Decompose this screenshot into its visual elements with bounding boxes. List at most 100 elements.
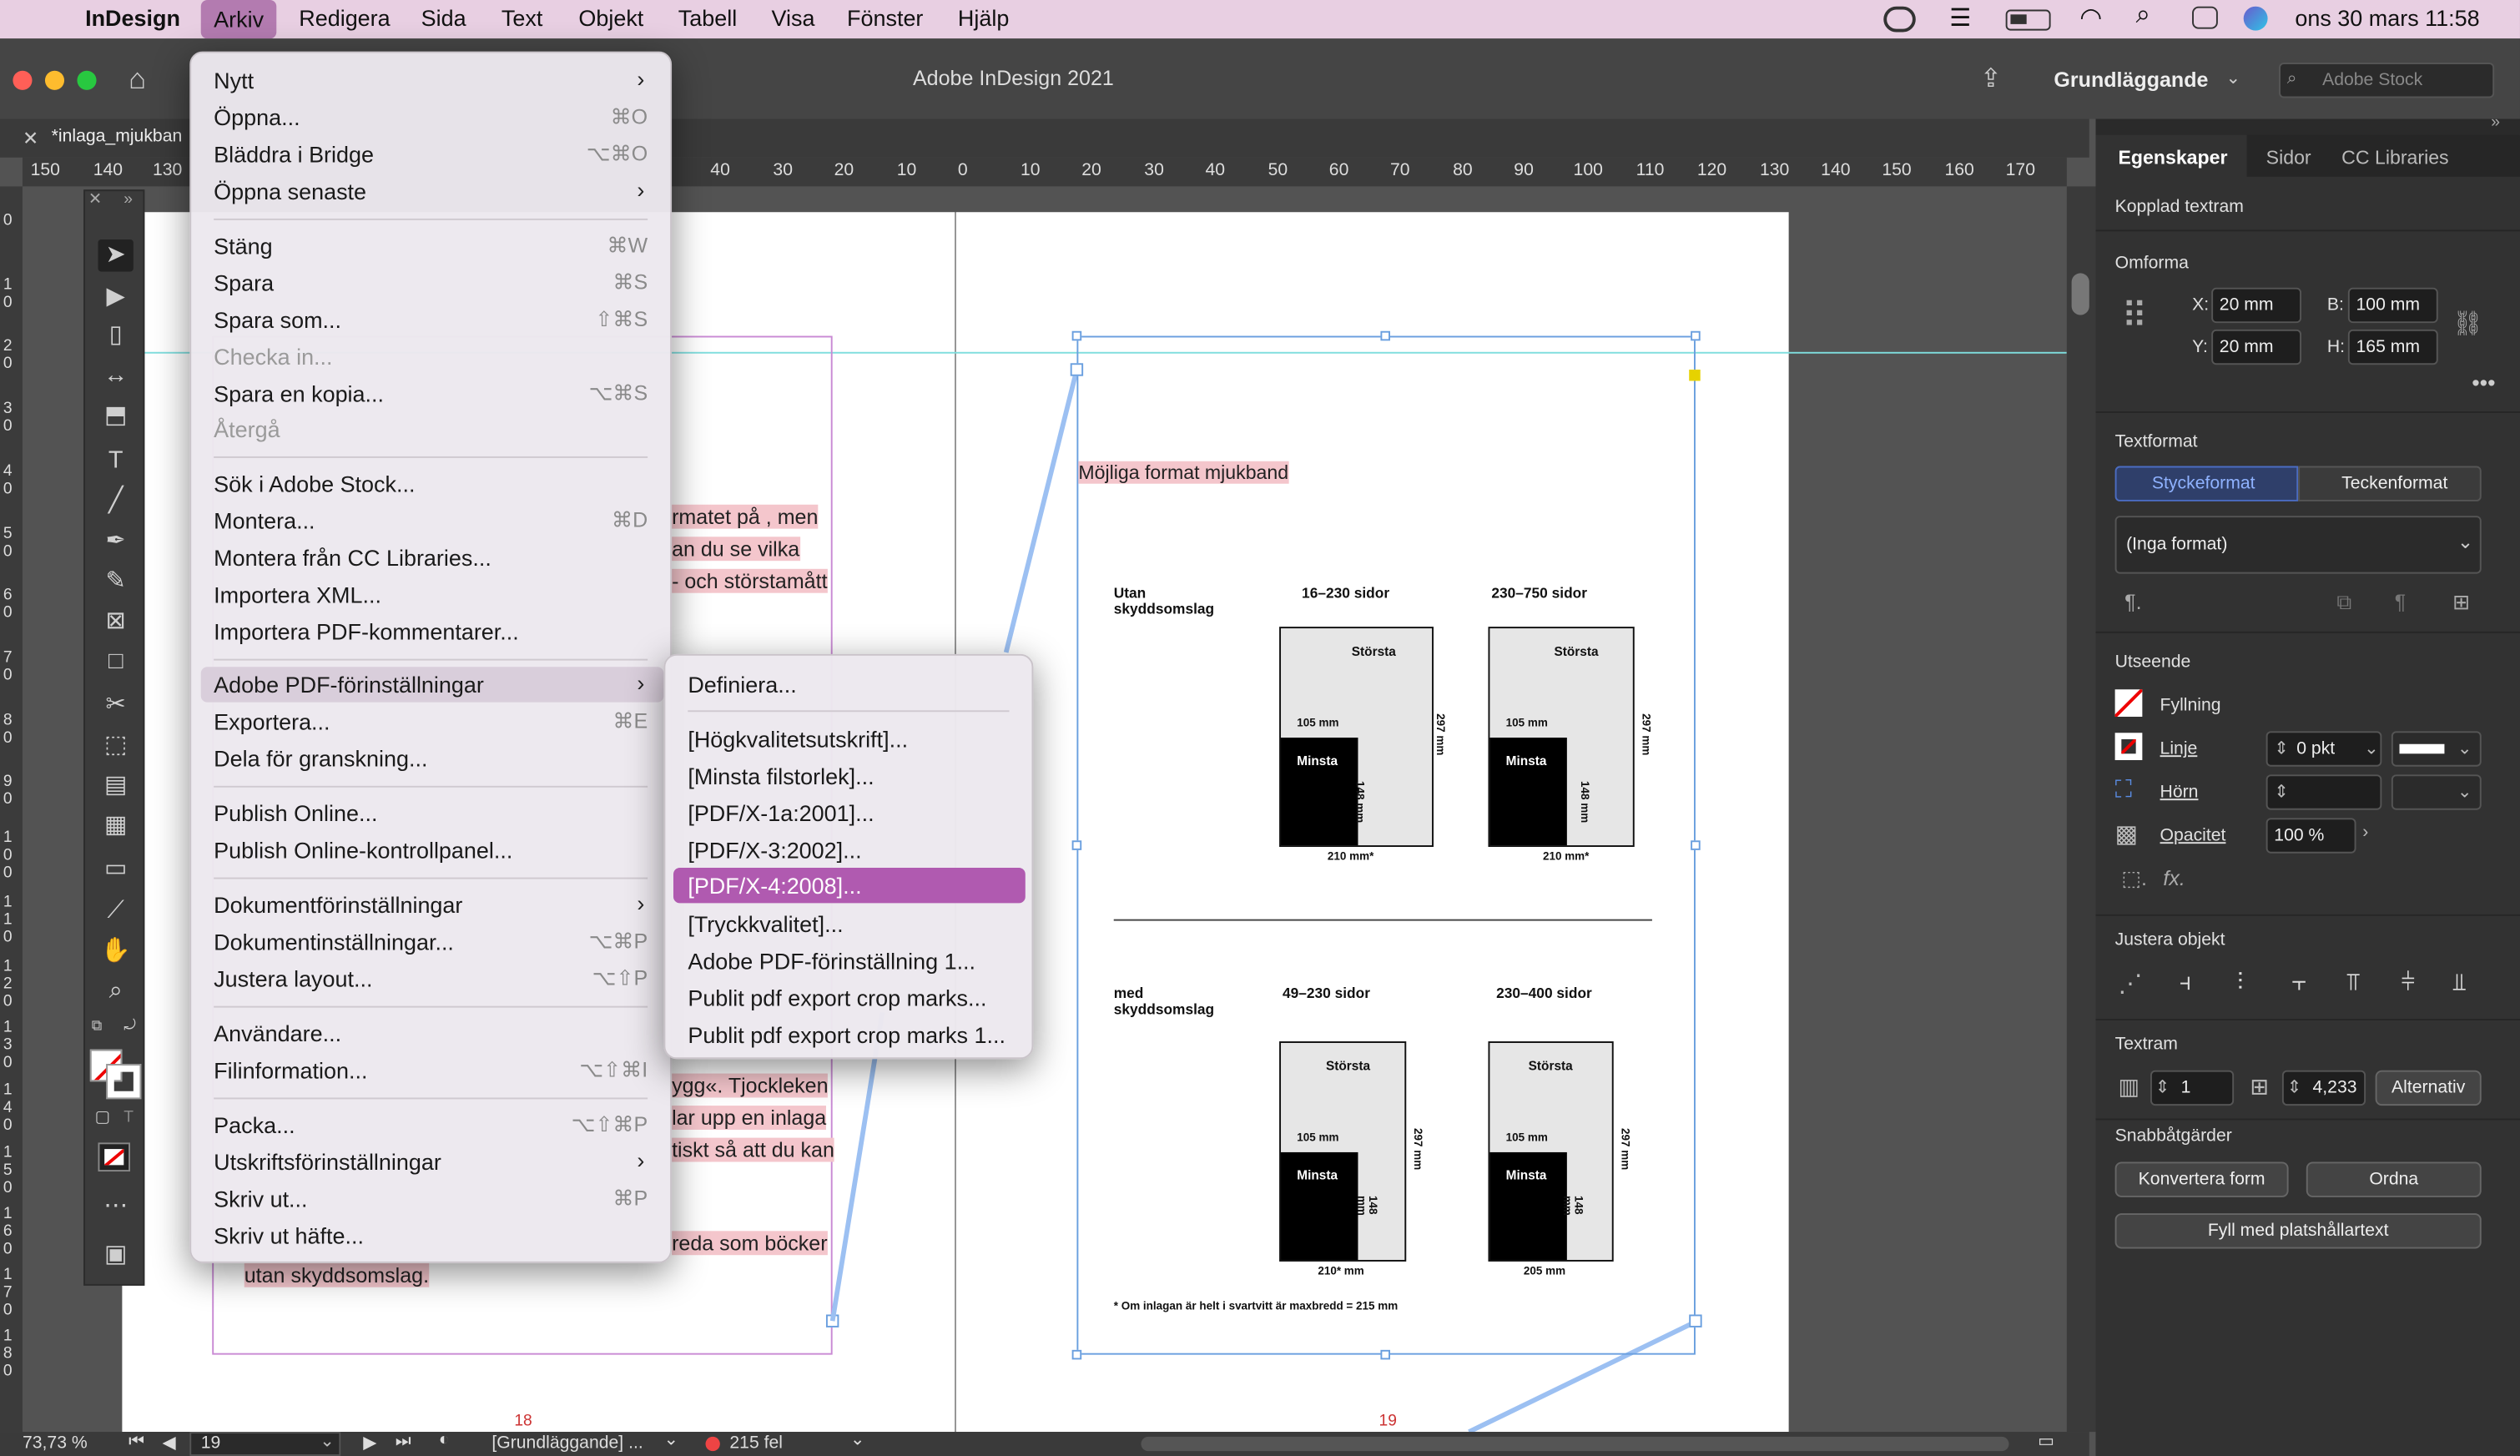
tab-sidor[interactable]: Sidor: [2266, 146, 2311, 169]
out-port[interactable]: [1689, 1314, 1702, 1328]
align-right-icon[interactable]: ⫟: [2291, 969, 2306, 996]
formatting-container-icon[interactable]: ▢: [95, 1109, 110, 1126]
menu-item-importera-pdf[interactable]: Importera PDF-kommentarer...: [214, 614, 519, 649]
menu-item-justera-layout[interactable]: Justera layout...: [214, 961, 372, 996]
menu-arkiv[interactable]: Arkiv: [200, 0, 277, 39]
previous-page-icon[interactable]: ◀: [163, 1432, 176, 1453]
more-options-icon[interactable]: •••: [2472, 370, 2495, 395]
menu-sida[interactable]: Sida: [421, 5, 466, 31]
menu-item-spara-kopia[interactable]: Spara en kopia...: [214, 376, 384, 411]
menu-item-oppna[interactable]: Öppna...: [214, 99, 300, 134]
rectangle-tool-icon[interactable]: □: [98, 646, 133, 678]
stock-search-input[interactable]: ⌕ Adobe Stock: [2279, 63, 2495, 98]
view-mode-icon[interactable]: ⋯: [98, 1191, 133, 1223]
menu-visa[interactable]: Visa: [771, 5, 814, 31]
clock[interactable]: ons 30 mars 11:58: [2295, 5, 2479, 31]
menu-item-utskriftsforinst[interactable]: Utskriftsförinställningar: [214, 1144, 441, 1179]
pencil-tool-icon[interactable]: ✎: [98, 566, 133, 598]
menu-item-bladdra-bridge[interactable]: Bläddra i Bridge: [214, 137, 374, 172]
align-to-icon[interactable]: ⋰: [2118, 969, 2142, 998]
menu-item-importera-xml[interactable]: Importera XML...: [214, 577, 381, 612]
submenu-item-tryckkvalitet[interactable]: [Tryckkvalitet]...: [688, 906, 843, 941]
close-tab-icon[interactable]: ✕: [23, 127, 38, 149]
align-horizontal-center-icon[interactable]: ⫶: [2237, 969, 2243, 996]
align-left-icon[interactable]: ⫞: [2180, 969, 2191, 996]
y-field[interactable]: 20 mm: [2211, 329, 2302, 365]
preflight-error-icon[interactable]: [705, 1436, 720, 1452]
clear-overrides-icon[interactable]: ¶: [2395, 590, 2406, 614]
zoom-tool-icon[interactable]: ⌕: [98, 975, 133, 1008]
document-tab[interactable]: *inlaga_mjukban: [52, 127, 183, 146]
control-center-icon[interactable]: [2192, 6, 2218, 29]
corner-size-field[interactable]: ⇕: [2265, 774, 2382, 810]
apply-none-icon[interactable]: [98, 1142, 131, 1172]
vertical-ruler[interactable]: 0 1 0 2 0 3 0 4 0 5 0 6 0 7 0 8 0 9 0 1 …: [0, 186, 23, 1433]
constrain-proportions-icon[interactable]: ⛓: [2452, 309, 2483, 338]
pen-tool-icon[interactable]: ✒: [98, 526, 133, 558]
submenu-item-pdfx1a[interactable]: [PDF/X-1a:2001]...: [688, 795, 874, 830]
menu-item-skriv-ut-hafte[interactable]: Skriv ut häfte...: [214, 1218, 364, 1253]
new-style-icon[interactable]: ⧉: [2336, 590, 2351, 616]
menu-item-sok-stock[interactable]: Sök i Adobe Stock...: [214, 466, 415, 501]
menu-item-spara-som[interactable]: Spara som...: [214, 302, 341, 337]
menu-item-anvandare[interactable]: Användare...: [214, 1015, 341, 1050]
tab-cc-libraries[interactable]: CC Libraries: [2341, 146, 2502, 169]
menu-item-publish-panel[interactable]: Publish Online-kontrollpanel...: [214, 833, 512, 868]
preflight-errors[interactable]: 215 fel: [729, 1433, 783, 1453]
chevron-down-icon[interactable]: ⌄: [850, 1428, 865, 1449]
menu-item-dokumentforinst[interactable]: Dokumentförinställningar: [214, 887, 462, 922]
menu-item-montera-cc[interactable]: Montera från CC Libraries...: [214, 540, 491, 575]
battery-icon[interactable]: [2005, 9, 2051, 31]
chevron-right-icon[interactable]: ›: [2362, 823, 2368, 842]
menu-item-dela[interactable]: Dela för granskning...: [214, 741, 427, 776]
submenu-item-publit-crop[interactable]: Publit pdf export crop marks...: [688, 980, 986, 1015]
app-status-icon[interactable]: ☰: [1949, 3, 1971, 33]
submenu-item-definiera[interactable]: Definiera...: [688, 667, 796, 702]
reference-point-icon[interactable]: ⠿: [2121, 298, 2147, 334]
last-page-icon[interactable]: ⏭: [396, 1432, 411, 1453]
add-style-icon[interactable]: ⊞: [2452, 590, 2470, 616]
fill-swatch[interactable]: [2114, 689, 2143, 717]
menu-item-nytt[interactable]: Nytt: [214, 63, 254, 98]
vertical-scrollbar[interactable]: [2066, 186, 2096, 1433]
menu-item-packa[interactable]: Packa...: [214, 1107, 295, 1142]
stepper-icon[interactable]: ⇕: [2274, 733, 2289, 765]
tab-styckeformat[interactable]: Styckeformat: [2114, 466, 2299, 501]
fill-placeholder-button[interactable]: Fyll med platshållartext: [2114, 1213, 2482, 1249]
gap-tool-icon[interactable]: ↔: [98, 360, 133, 392]
opacity-field[interactable]: 100 %: [2265, 818, 2356, 854]
direct-selection-tool-icon[interactable]: ▶: [98, 281, 133, 314]
stroke-type-dropdown[interactable]: ⌄: [2391, 731, 2482, 767]
selection-handle[interactable]: [1071, 1349, 1082, 1360]
opacity-label[interactable]: Opacitet: [2160, 826, 2226, 845]
app-menu[interactable]: InDesign: [85, 5, 180, 31]
scroll-thumb[interactable]: [2071, 273, 2089, 315]
menu-tabell[interactable]: Tabell: [678, 5, 737, 31]
tab-egenskaper[interactable]: Egenskaper: [2095, 134, 2247, 177]
effects-frame-icon[interactable]: ⬚.: [2121, 866, 2147, 892]
default-colors-icon[interactable]: ⧉: [92, 1017, 102, 1035]
in-port[interactable]: [1070, 363, 1084, 376]
x-field[interactable]: 20 mm: [2211, 287, 2302, 324]
paragraph-icon[interactable]: ¶.: [2124, 590, 2141, 614]
menu-item-skriv-ut[interactable]: Skriv ut...: [214, 1181, 307, 1217]
menu-item-filinformation[interactable]: Filinformation...: [214, 1053, 367, 1088]
options-button[interactable]: Alternativ: [2375, 1070, 2482, 1106]
submenu-item-minsta[interactable]: [Minsta filstorlek]...: [688, 758, 874, 793]
align-top-icon[interactable]: ⫪: [2346, 969, 2360, 996]
align-vertical-center-icon[interactable]: ⫩: [2401, 969, 2415, 996]
wifi-icon[interactable]: ◠: [2079, 2, 2102, 34]
share-icon[interactable]: ⇪: [1980, 63, 2002, 95]
fx-icon[interactable]: fx.: [2163, 866, 2185, 890]
zoom-window-button[interactable]: [77, 70, 97, 90]
stepper-icon[interactable]: ⇕: [2155, 1072, 2170, 1105]
submenu-item-preset1[interactable]: Adobe PDF-förinställning 1...: [688, 944, 975, 979]
rectangle-frame-tool-icon[interactable]: ⊠: [98, 606, 133, 638]
chevron-down-icon[interactable]: ⌄: [2364, 733, 2379, 765]
menu-text[interactable]: Text: [501, 5, 542, 31]
swap-colors-icon[interactable]: ⤾: [123, 1017, 135, 1035]
selection-handle[interactable]: [1071, 330, 1082, 341]
submenu-item-hogkvalitet[interactable]: [Högkvalitetsutskrift]...: [688, 722, 908, 757]
type-tool-icon[interactable]: T: [98, 446, 133, 478]
spread-icon[interactable]: ◐: [439, 1430, 450, 1449]
